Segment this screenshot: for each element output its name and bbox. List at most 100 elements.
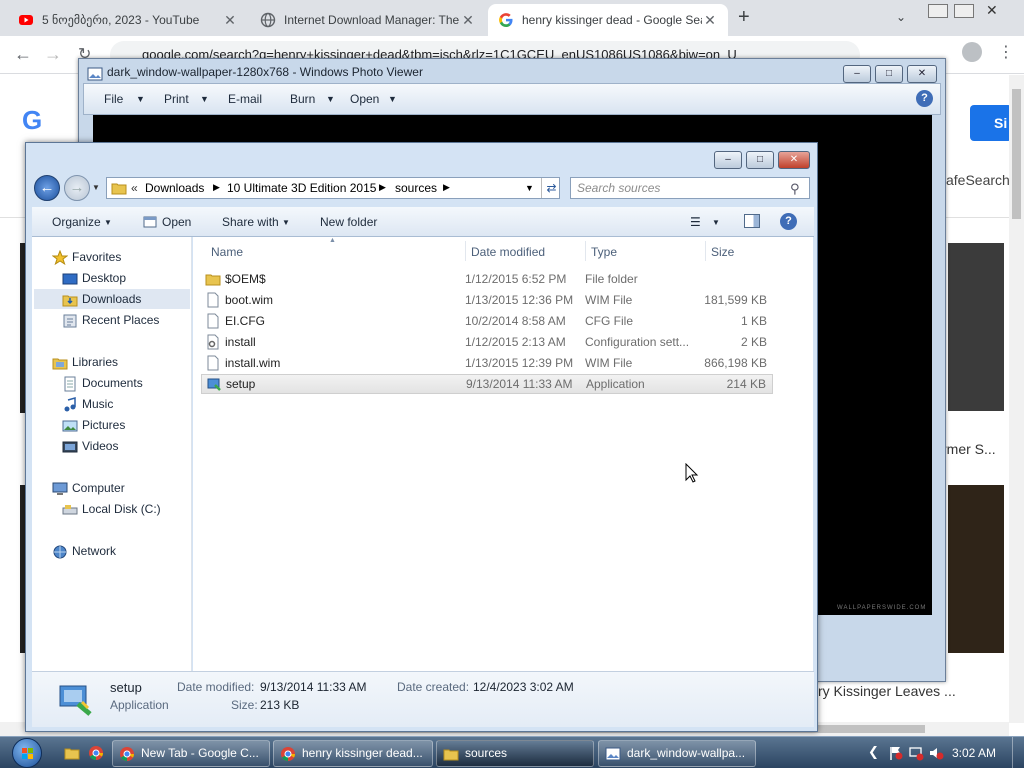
file-row[interactable]: $OEM$ 1/12/2015 6:52 PM File folder [201,269,773,289]
google-logo[interactable]: G [22,105,42,136]
explorer-pinned-icon[interactable] [64,745,80,761]
breadcrumb-separator-icon[interactable]: ▶ [213,182,220,193]
photo-viewer-maximize-button[interactable]: □ [875,65,903,83]
file-row[interactable]: EI.CFG 10/2/2014 8:58 AM CFG File 1 KB [201,311,773,331]
image-caption[interactable]: rmer S... [942,441,996,457]
nav-recent-places[interactable]: Recent Places [62,310,159,330]
explorer-maximize-button[interactable]: □ [746,151,774,169]
chevron-down-icon[interactable]: ▼ [712,218,720,227]
file-row[interactable]: install 1/12/2015 2:13 AM Configuration … [201,332,773,352]
chevron-down-icon[interactable]: ▼ [326,94,335,104]
breadcrumb-separator-icon[interactable]: ▶ [443,182,450,193]
menu-open[interactable]: Open [350,92,379,106]
tab-search-chevron-icon[interactable]: ⌄ [896,10,906,24]
nav-computer[interactable]: Computer [52,478,125,498]
taskbar-button-photo-viewer[interactable]: dark_window-wallpa... [598,740,756,767]
tab-close-icon[interactable]: ✕ [222,12,238,29]
chevron-down-icon[interactable]: ▼ [200,94,209,104]
back-button[interactable]: ← [34,175,60,201]
start-button[interactable] [12,738,42,768]
image-thumbnail[interactable] [948,243,1004,411]
new-tab-button[interactable]: + [738,6,750,29]
chrome-minimize-button[interactable] [928,4,948,18]
chrome-menu-icon[interactable]: ⋮ [998,42,1014,62]
help-icon[interactable]: ? [780,213,797,230]
back-arrow-icon[interactable]: ← [14,44,32,65]
new-folder-button[interactable]: New folder [320,215,377,229]
view-options-icon[interactable]: ☰ [690,215,701,229]
chrome-close-button[interactable]: ✕ [986,2,998,19]
column-header-date[interactable]: Date modified [471,245,545,259]
vertical-scrollbar[interactable] [1009,75,1024,723]
column-divider[interactable] [585,241,586,261]
help-icon[interactable]: ? [916,90,933,107]
menu-burn[interactable]: Burn [290,92,315,106]
nav-local-disk[interactable]: Local Disk (C:) [62,499,161,519]
tab-close-icon[interactable]: ✕ [460,12,476,29]
breadcrumb-downloads[interactable]: Downloads [145,181,204,195]
tab-close-icon[interactable]: ✕ [702,12,718,29]
profile-avatar-icon[interactable] [962,42,982,62]
menu-file[interactable]: File [104,92,123,106]
address-breadcrumb[interactable]: « Downloads ▶ 10 Ultimate 3D Edition 201… [106,177,560,199]
explorer-close-button[interactable]: ✕ [778,151,810,169]
image-caption[interactable]: ry Kissinger Leaves ... [818,683,956,699]
nav-music[interactable]: Music [62,394,113,414]
chevron-down-icon[interactable]: ▼ [282,218,290,227]
photo-viewer-close-button[interactable]: ✕ [907,65,937,83]
taskbar-button-kissinger[interactable]: henry kissinger dead... [273,740,433,767]
tab-youtube[interactable]: 5 ნოემბერი, 2023 - YouTube ✕ [8,4,248,36]
nav-documents[interactable]: Documents [62,373,143,393]
taskbar-button-new-tab[interactable]: New Tab - Google C... [112,740,270,767]
nav-videos[interactable]: Videos [62,436,118,456]
column-header-type[interactable]: Type [591,245,617,259]
breadcrumb-overflow[interactable]: « [131,181,138,195]
chrome-pinned-icon[interactable] [88,745,104,761]
column-divider[interactable] [465,241,466,261]
nav-downloads[interactable]: Downloads [34,289,190,309]
search-icon[interactable]: ⚲ [790,181,800,197]
forward-arrow-icon[interactable]: → [44,44,62,65]
tray-volume-muted-icon[interactable] [928,745,944,761]
breadcrumb-ultimate[interactable]: 10 Ultimate 3D Edition 2015 [227,181,376,195]
chevron-down-icon[interactable]: ▼ [136,94,145,104]
search-input[interactable]: Search sources [570,177,810,199]
sign-in-button[interactable]: Si [970,105,1012,141]
nav-pictures[interactable]: Pictures [62,415,125,435]
open-icon[interactable] [142,214,158,230]
nav-libraries[interactable]: Libraries [52,352,118,372]
column-divider[interactable] [705,241,706,261]
tab-idm[interactable]: Internet Download Manager: The ✕ [250,4,486,36]
menu-email[interactable]: E-mail [228,92,262,106]
taskbar-button-sources[interactable]: sources [436,740,594,767]
tab-google-search[interactable]: henry kissinger dead - Google Sea ✕ [488,4,728,36]
column-header-name[interactable]: Name [211,245,243,259]
explorer-minimize-button[interactable]: – [714,151,742,169]
tray-network-icon[interactable] [908,745,924,761]
file-row[interactable]: install.wim 1/13/2015 12:39 PM WIM File … [201,353,773,373]
chevron-down-icon[interactable]: ▼ [388,94,397,104]
refresh-icon[interactable]: ⇄ [541,178,561,198]
photo-viewer-minimize-button[interactable]: – [843,65,871,83]
chevron-down-icon[interactable]: ▼ [104,218,112,227]
breadcrumb-separator-icon[interactable]: ▶ [379,182,386,193]
image-thumbnail[interactable] [948,485,1004,653]
chrome-restore-button[interactable] [954,4,974,18]
recent-pages-chevron-icon[interactable]: ▼ [92,183,100,192]
column-header-size[interactable]: Size [711,245,734,259]
nav-favorites[interactable]: Favorites [52,247,121,267]
safesearch-label[interactable]: afeSearch [946,172,1010,188]
preview-pane-icon[interactable] [744,214,760,228]
open-button[interactable]: Open [162,215,191,229]
share-with-button[interactable]: Share with [222,215,279,229]
nav-desktop[interactable]: Desktop [62,268,126,288]
menu-print[interactable]: Print [164,92,189,106]
file-row-selected[interactable]: setup 9/13/2014 11:33 AM Application 214… [201,374,773,394]
clock[interactable]: 3:02 AM [952,746,996,760]
explorer-window[interactable]: – □ ✕ ← → ▼ « Downloads ▶ 10 Ultimate 3D… [25,142,818,732]
organize-button[interactable]: Organize [52,215,101,229]
show-hidden-icons-chevron-icon[interactable]: ❮ [868,744,879,760]
tray-flag-icon[interactable] [888,745,904,761]
address-dropdown-chevron-icon[interactable]: ▼ [525,183,534,193]
scrollbar-thumb[interactable] [1012,89,1021,219]
